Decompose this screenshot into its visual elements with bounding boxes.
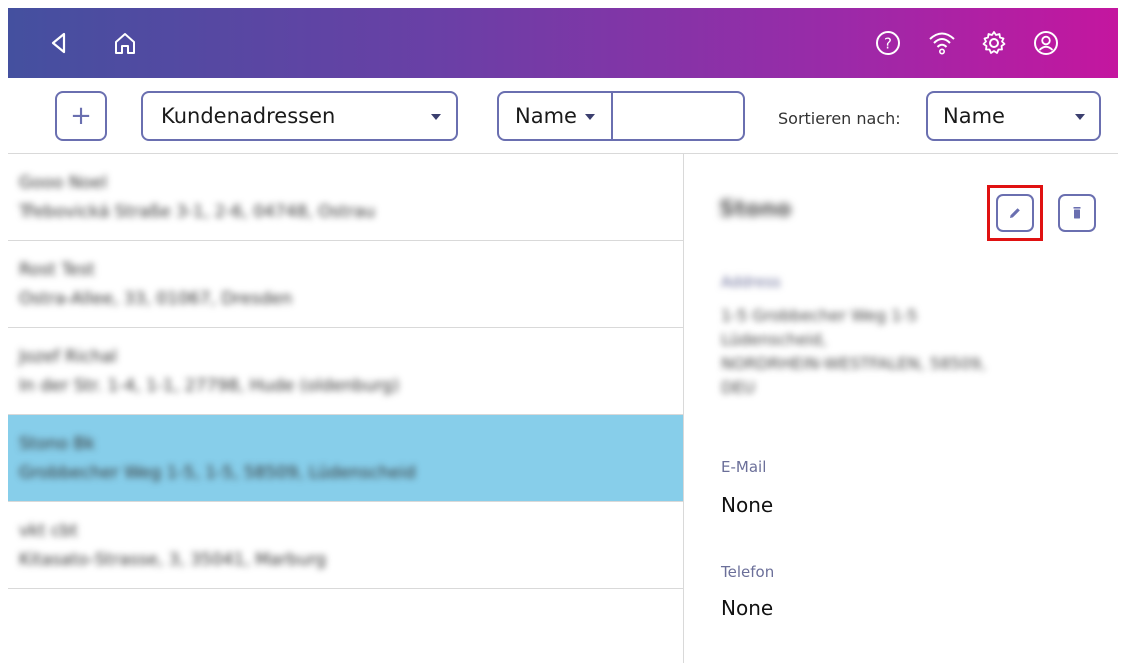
- delete-button[interactable]: [1058, 194, 1096, 232]
- email-value: None: [721, 493, 774, 517]
- contact-name: Jozef Richal: [19, 347, 117, 367]
- phone-value: None: [721, 596, 774, 620]
- contact-name: vkt cbt: [19, 521, 78, 541]
- trash-icon: [1073, 207, 1081, 219]
- contact-name: Stono Bk: [19, 434, 95, 454]
- search-field-select[interactable]: Name: [497, 91, 613, 141]
- search-input[interactable]: [611, 91, 745, 141]
- toolbar: + Kundenadressen Name Sortieren nach: Na…: [8, 78, 1118, 154]
- address-list: Gooo Noel Třebovická Straße 3-1, 2-6, 04…: [8, 154, 684, 663]
- top-bar: ?: [8, 8, 1118, 78]
- chevron-down-icon: [585, 114, 595, 120]
- home-icon[interactable]: [107, 25, 143, 61]
- contact-address: Kitasato-Strasse, 3, 35041, Marburg: [19, 550, 327, 570]
- contact-address: Ostra-Allee, 33, 01067, Dresden: [19, 289, 293, 309]
- email-label: E-Mail: [721, 458, 767, 476]
- edit-button[interactable]: [996, 194, 1034, 232]
- contact-title: Stono: [719, 197, 792, 222]
- contact-address: In der Str. 1-4, 1-1, 27798, Hude (olden…: [19, 376, 400, 396]
- settings-icon[interactable]: [976, 25, 1012, 61]
- sort-value: Name: [943, 104, 1005, 128]
- chevron-down-icon: [1075, 114, 1085, 120]
- plus-icon: +: [70, 101, 92, 131]
- address-book-select[interactable]: Kundenadressen: [141, 91, 458, 141]
- list-item[interactable]: vkt cbt Kitasato-Strasse, 3, 35041, Marb…: [8, 502, 683, 589]
- contact-detail-panel: Stono Address 1-5 Grobbecher Weg 1-5 Lüd…: [685, 154, 1118, 663]
- address-label: Address: [721, 273, 781, 291]
- address-line: 1-5 Grobbecher Weg 1-5: [721, 306, 918, 325]
- phone-label: Telefon: [721, 563, 775, 581]
- sort-select[interactable]: Name: [926, 91, 1101, 141]
- list-item[interactable]: Rost Test Ostra-Allee, 33, 01067, Dresde…: [8, 241, 683, 328]
- contact-name: Gooo Noel: [19, 173, 108, 193]
- contact-name: Rost Test: [19, 260, 95, 280]
- address-line: NORDRHEIN-WESTFALEN, 58509,: [721, 354, 986, 373]
- wifi-icon[interactable]: [924, 25, 960, 61]
- search-field-value: Name: [515, 104, 577, 128]
- chevron-down-icon: [431, 114, 441, 120]
- help-icon[interactable]: ?: [870, 25, 906, 61]
- sort-label: Sortieren nach:: [778, 109, 901, 128]
- svg-text:?: ?: [884, 35, 892, 53]
- back-icon[interactable]: [41, 25, 77, 61]
- pencil-icon: [1010, 208, 1020, 218]
- list-item[interactable]: Gooo Noel Třebovická Straße 3-1, 2-6, 04…: [8, 154, 683, 241]
- address-book-value: Kundenadressen: [161, 104, 336, 128]
- list-item-selected[interactable]: Stono Bk Grobbecher Weg 1-5, 1-5, 58509,…: [8, 415, 683, 502]
- add-address-button[interactable]: +: [55, 91, 107, 141]
- contact-address: Třebovická Straße 3-1, 2-6, 04748, Ostra…: [19, 202, 376, 222]
- address-value: 1-5 Grobbecher Weg 1-5 Lüdenscheid, NORD…: [721, 304, 1091, 400]
- list-item[interactable]: Jozef Richal In der Str. 1-4, 1-1, 27798…: [8, 328, 683, 415]
- account-icon[interactable]: [1028, 25, 1064, 61]
- contact-address: Grobbecher Weg 1-5, 1-5, 58509, Lüdensch…: [19, 463, 416, 483]
- address-line: DEU: [721, 378, 756, 397]
- address-line: Lüdenscheid,: [721, 330, 827, 349]
